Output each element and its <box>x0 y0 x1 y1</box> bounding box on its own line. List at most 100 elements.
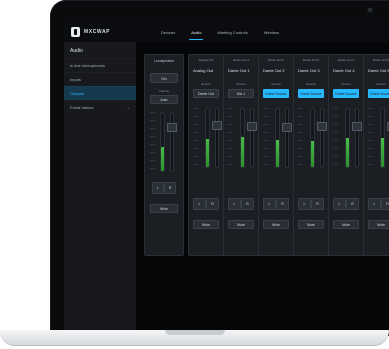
channel-tick <box>228 140 233 141</box>
loudspeaker-volume-button[interactable]: Auto <box>150 95 178 104</box>
channel-right-button[interactable]: R <box>276 198 289 210</box>
chevron-down-icon: ⌄ <box>126 105 130 110</box>
loudspeaker-mute-button[interactable]: Mute <box>150 204 178 213</box>
channel-mute-button[interactable]: Mute <box>193 220 219 229</box>
channel-meter-fader <box>298 108 327 188</box>
laptop-base <box>0 330 389 345</box>
channel-source-button[interactable]: Direct Source <box>368 89 389 98</box>
channel-mute-button[interactable]: Mute <box>228 220 254 229</box>
loudspeaker-on-button[interactable]: On <box>150 73 178 83</box>
channel-left-button[interactable]: L <box>333 198 346 210</box>
channel-source-label: Source <box>376 82 386 86</box>
loudspeaker-fader-knob[interactable] <box>167 123 177 132</box>
screenshot-stage: MXCWAP Devices Audio Meeting Controls Wirel… <box>0 0 389 349</box>
channel-name: Dante Out 3 <box>298 68 320 73</box>
channel-source-button[interactable]: Direct Source <box>263 89 289 98</box>
channel-right-button[interactable]: R <box>381 198 389 210</box>
tab-devices[interactable]: Devices <box>153 22 183 42</box>
channel-scale-ticks <box>263 108 269 166</box>
channel-scale-ticks <box>193 108 199 166</box>
channel-source-label: Source <box>236 82 246 86</box>
channel-fader-knob[interactable] <box>247 122 257 131</box>
output-channel-columns: Analog Out Analog Out Source Dante Out L R Mut… <box>189 55 389 255</box>
channel-tick <box>193 108 198 109</box>
loudspeaker-fader-track[interactable] <box>170 112 174 172</box>
sidebar-item-label: Outputs <box>70 91 85 96</box>
channel-right-button[interactable]: R <box>346 198 359 210</box>
loudspeaker-tick <box>150 160 155 161</box>
loudspeaker-tick <box>150 112 155 113</box>
channel-mute-button[interactable]: Mute <box>368 220 389 229</box>
output-channel-column: Dante Out 3 Dante Out 3 Source Direct Sourc… <box>294 55 329 255</box>
loudspeaker-left-button[interactable]: L <box>152 182 164 194</box>
channel-top-label: Dante Out 5 <box>372 58 389 62</box>
channel-tick <box>298 108 303 109</box>
channel-right-button[interactable]: R <box>311 198 324 210</box>
channel-right-button[interactable]: R <box>241 198 254 210</box>
channel-left-button[interactable]: L <box>228 198 241 210</box>
channel-source-button[interactable]: Mix 1 <box>228 89 254 98</box>
channel-source-button[interactable]: Direct Source <box>298 89 324 98</box>
output-channel-column: Dante Out 4 Dante Out 4 Source Direct Sourc… <box>329 55 364 255</box>
channel-fader-knob[interactable] <box>282 123 292 132</box>
channel-meter-fill <box>241 137 244 167</box>
channel-meter-fader <box>193 108 222 188</box>
sidebar-item-inputs[interactable]: Inputs <box>64 72 136 86</box>
channel-fader-knob[interactable] <box>317 122 327 131</box>
channel-left-button[interactable]: L <box>368 198 381 210</box>
channel-mute-button[interactable]: Mute <box>298 220 324 229</box>
channel-level-meter <box>380 108 385 168</box>
channel-left-button[interactable]: L <box>298 198 311 210</box>
channel-name: Dante Out 4 <box>333 68 355 73</box>
channel-tick <box>368 116 373 117</box>
channel-right-button[interactable]: R <box>206 198 219 210</box>
channel-mute-button[interactable]: Mute <box>333 220 359 229</box>
channel-tick <box>333 140 338 141</box>
channel-fader-track[interactable] <box>215 108 219 168</box>
tab-audio[interactable]: Audio <box>183 22 209 42</box>
channel-scale-ticks <box>333 108 339 166</box>
channel-tick <box>298 124 303 125</box>
channel-tick <box>298 156 303 157</box>
channel-name: Dante Out 2 <box>263 68 285 73</box>
channel-fader-track[interactable] <box>320 108 324 168</box>
channel-source-button[interactable]: Dante Out <box>193 89 219 98</box>
channel-name: Analog Out <box>193 68 214 73</box>
channel-tick <box>228 116 233 117</box>
loudspeaker-tick <box>150 152 155 153</box>
top-navigation: MXCWAP Devices Audio Meeting Controls Wirel… <box>64 22 389 43</box>
channel-source-button[interactable]: Direct Source <box>333 89 359 98</box>
loudspeaker-volume-label: Volume <box>158 89 169 93</box>
sidebar-item-portal-values[interactable]: Portal Values ⌄ <box>64 100 136 114</box>
channel-top-label: Dante Out 3 <box>302 58 320 62</box>
channel-fader-track[interactable] <box>285 108 289 168</box>
tab-wireless[interactable]: Wireless <box>256 22 287 42</box>
loudspeaker-volume-group: Volume Auto <box>150 89 178 104</box>
channel-tick <box>298 116 303 117</box>
channel-lr-buttons: LR <box>193 198 219 210</box>
channel-top-label: Dante Out 4 <box>337 58 355 62</box>
channel-tick <box>263 108 268 109</box>
loudspeaker-tick <box>150 168 155 169</box>
channel-tick <box>263 124 268 125</box>
sidebar-item-outputs[interactable]: Outputs <box>64 86 136 100</box>
channel-left-button[interactable]: L <box>263 198 276 210</box>
channel-source-label: Source <box>271 82 281 86</box>
loudspeaker-tick <box>150 128 155 129</box>
channel-fader-knob[interactable] <box>352 122 362 131</box>
channel-lr-buttons: LR <box>298 198 324 210</box>
channel-fader-knob[interactable] <box>212 121 222 130</box>
channel-fader-track[interactable] <box>355 108 359 168</box>
channel-tick <box>333 116 338 117</box>
channel-tick <box>298 164 303 165</box>
channel-lr-buttons: LR <box>228 198 254 210</box>
output-channel-column: Dante Out 1 Dante Out 1 Source Mix 1 L R Mute <box>224 55 259 255</box>
output-channel-column: Dante Out 5 Dante Out 5 Source Direct Sourc… <box>364 55 389 255</box>
loudspeaker-right-button[interactable]: R <box>164 182 176 194</box>
channel-fader-track[interactable] <box>250 108 254 168</box>
tab-meeting-controls[interactable]: Meeting Controls <box>209 22 255 42</box>
channel-top-label: Dante Out 1 <box>232 58 250 62</box>
channel-left-button[interactable]: L <box>193 198 206 210</box>
channel-mute-button[interactable]: Mute <box>263 220 289 229</box>
sidebar-item-in-line-microphones[interactable]: In-line microphones <box>64 58 136 72</box>
